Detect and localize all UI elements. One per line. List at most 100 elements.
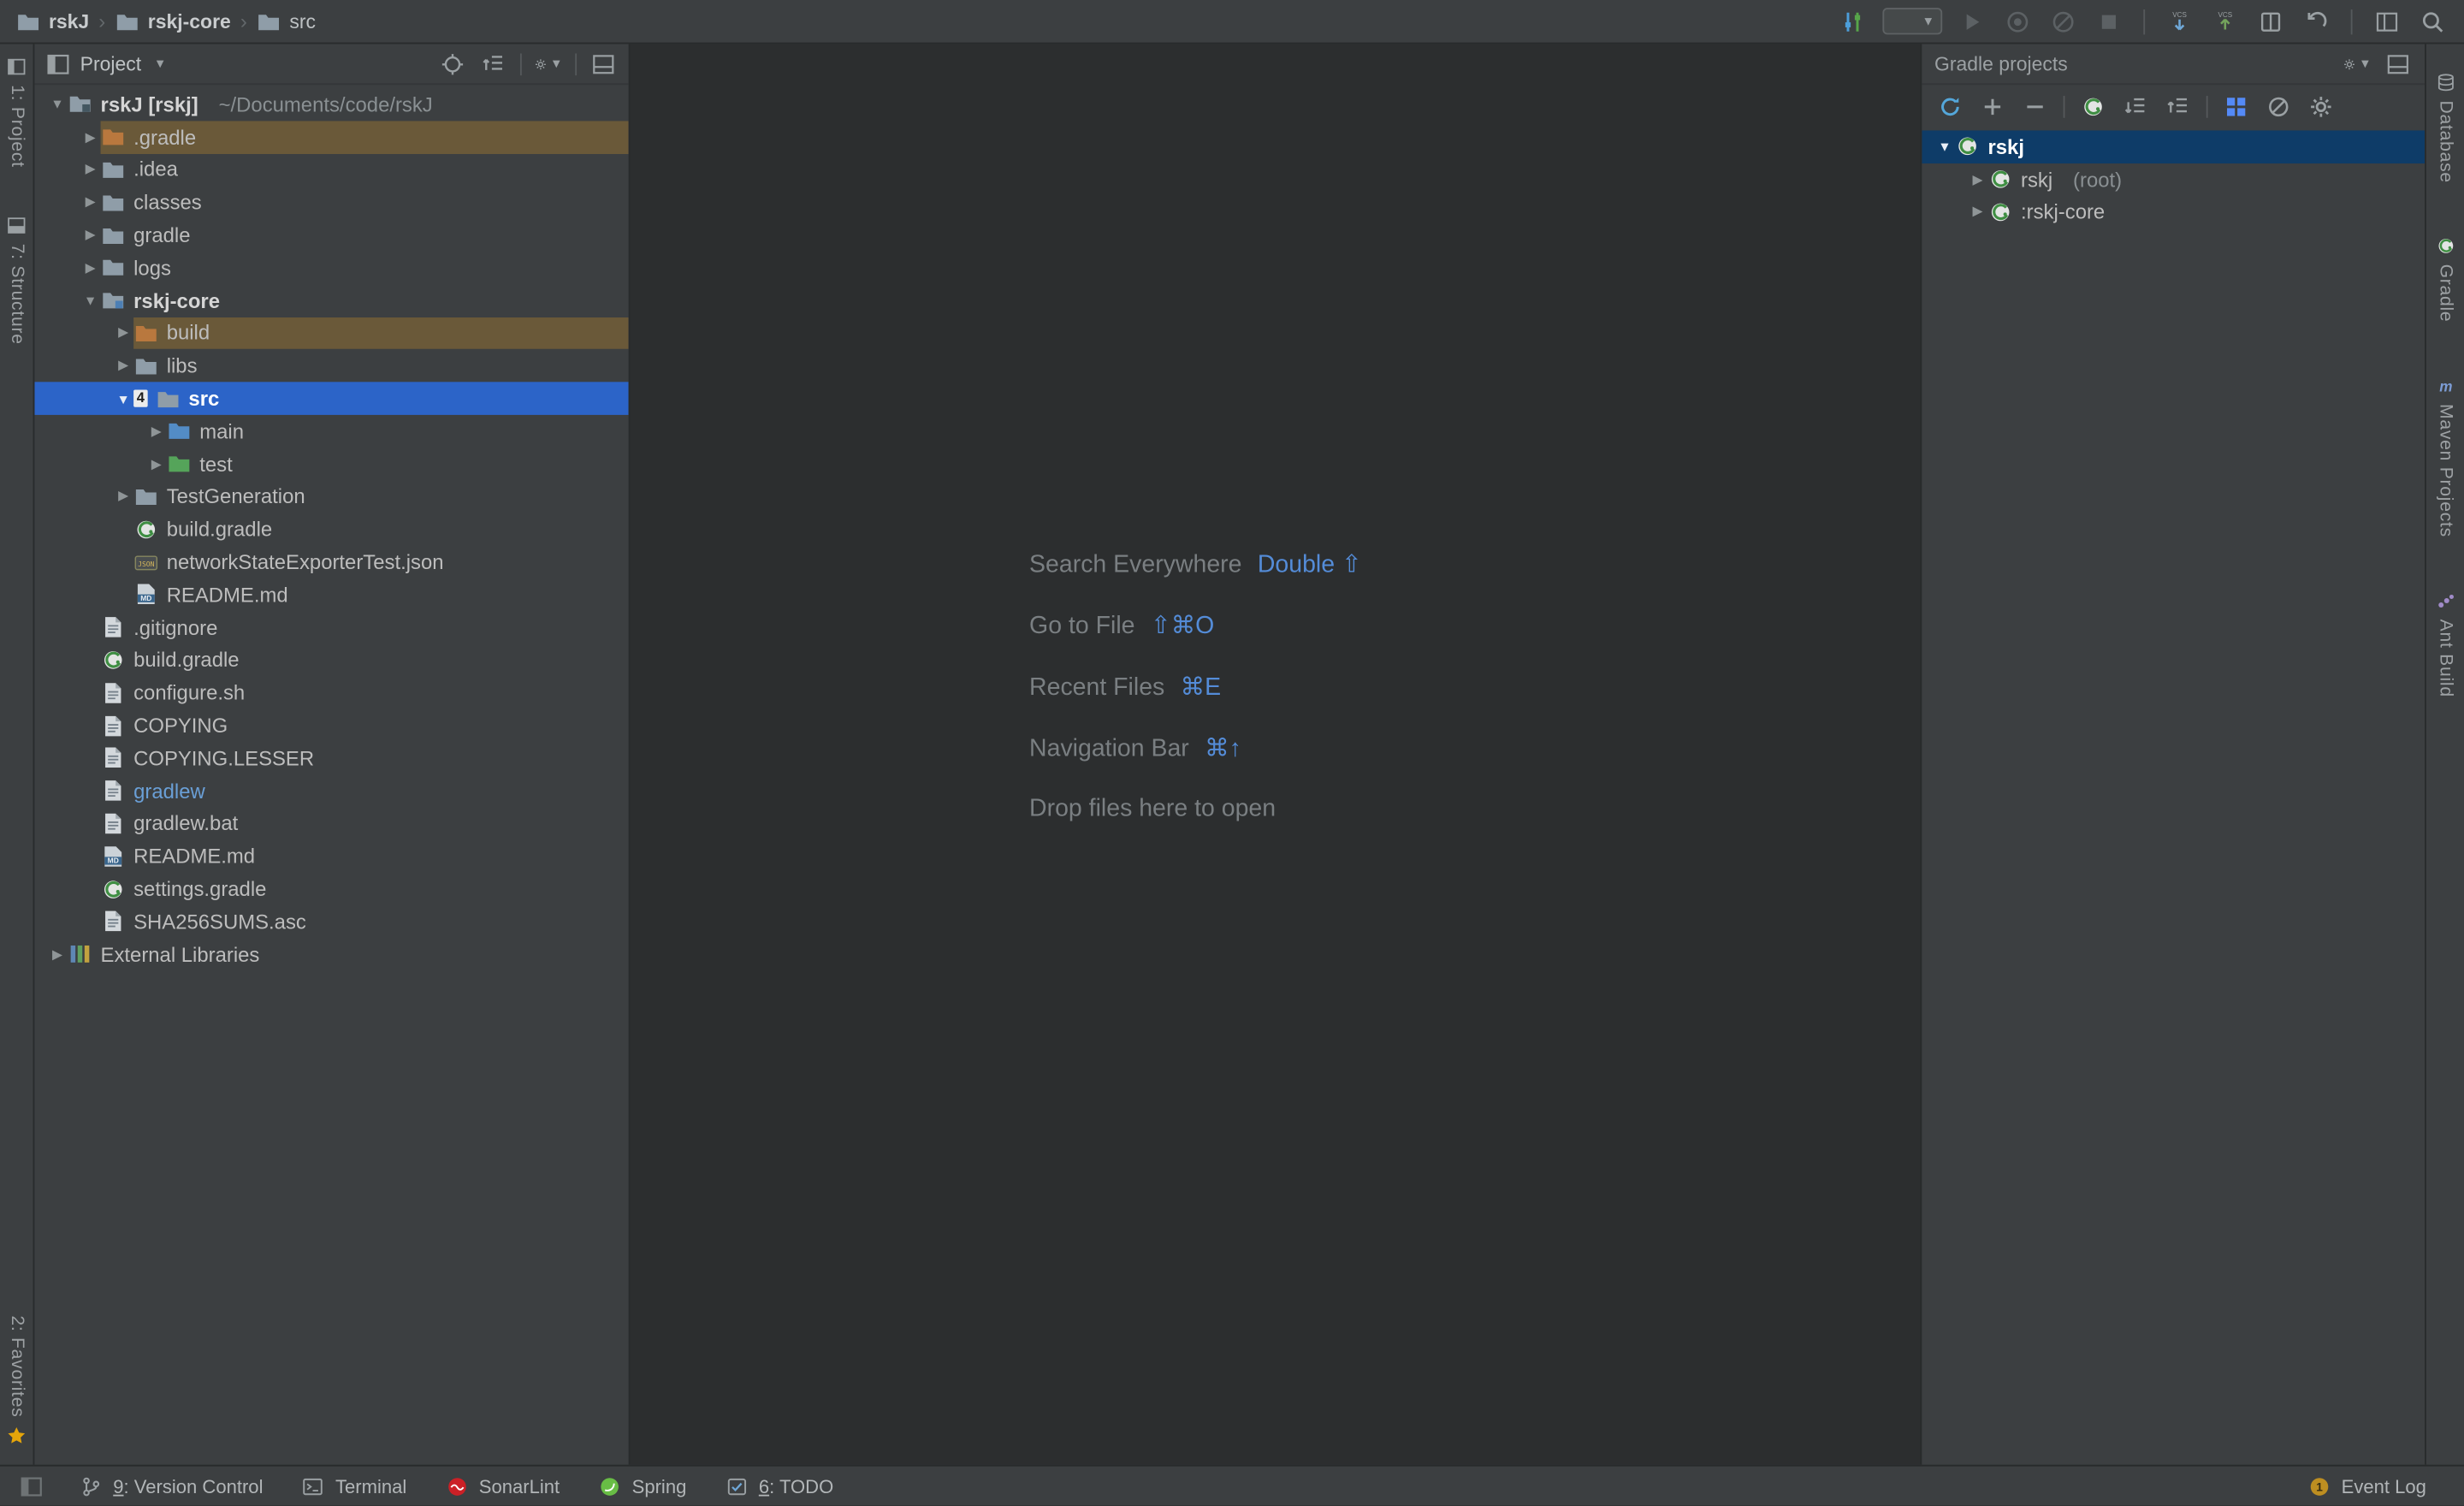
breadcrumb-item[interactable]: rskj-core bbox=[115, 9, 231, 33]
gradle-attach-gradle-project-button[interactable] bbox=[1978, 92, 2006, 120]
project-tree-row[interactable]: ▶classes bbox=[34, 186, 628, 218]
statusbar-6-todo[interactable]: 6: TODO bbox=[724, 1473, 833, 1498]
gradle-tree-row[interactable]: ▼rskj bbox=[1922, 130, 2425, 163]
project-tree-row[interactable]: COPYING bbox=[34, 709, 628, 742]
project-tree-row[interactable]: configure.sh bbox=[34, 676, 628, 709]
shortcut-hint: Go to File⇧⌘O bbox=[1029, 611, 1362, 641]
chevron-down-icon[interactable]: ▼ bbox=[1934, 139, 1955, 154]
project-tree-row[interactable]: gradlew bbox=[34, 774, 628, 807]
project-tree-row[interactable]: ▶build bbox=[34, 317, 628, 349]
gradle-collapse-all-button[interactable] bbox=[2164, 92, 2192, 120]
chevron-right-icon[interactable]: ▶ bbox=[1968, 171, 1988, 188]
statusbar-event-log[interactable]: 1Event Log bbox=[2307, 1473, 2426, 1498]
gradle-expand-all-button[interactable] bbox=[2122, 92, 2150, 120]
project-tree-row[interactable]: ▶TestGeneration bbox=[34, 480, 628, 513]
chevron-right-icon[interactable]: ▶ bbox=[80, 128, 101, 145]
chevron-right-icon[interactable]: ▶ bbox=[47, 946, 68, 963]
project-tree-row[interactable]: MDREADME.md bbox=[34, 839, 628, 872]
manage-windows-button[interactable] bbox=[2372, 5, 2403, 37]
project-tree-row[interactable]: ▶.idea bbox=[34, 153, 628, 186]
toolwindow-button-database[interactable]: Database bbox=[2435, 72, 2455, 182]
chevron-down-icon[interactable]: ▼ bbox=[113, 391, 133, 406]
project-tree-row[interactable]: .gitignore bbox=[34, 611, 628, 643]
project-collapse-all-button[interactable] bbox=[479, 50, 507, 78]
commit-changes-button[interactable]: VCS bbox=[2209, 5, 2241, 37]
run-button[interactable] bbox=[1957, 5, 1988, 37]
chevron-right-icon[interactable]: ▶ bbox=[113, 488, 133, 505]
gradle-gradle-settings-button[interactable] bbox=[2307, 92, 2335, 120]
project-tree-row[interactable]: COPYING.LESSER bbox=[34, 742, 628, 774]
project-tree-row[interactable]: settings.gradle bbox=[34, 873, 628, 905]
project-tree-row[interactable]: ▶libs bbox=[34, 349, 628, 382]
project-tree-row[interactable]: ▼rskj-core bbox=[34, 284, 628, 317]
run-configurations-selector[interactable]: ▼ bbox=[1882, 8, 1942, 34]
project-tree-row[interactable]: SHA256SUMS.asc bbox=[34, 905, 628, 938]
stop-button[interactable] bbox=[2094, 5, 2125, 37]
gradle-tree-row[interactable]: ▶:rskj-core bbox=[1922, 196, 2425, 228]
chevron-right-icon[interactable]: ▶ bbox=[113, 357, 133, 374]
project-locate-button[interactable] bbox=[438, 50, 466, 78]
project-hide-button[interactable] bbox=[589, 50, 618, 78]
profile-button[interactable] bbox=[2047, 5, 2079, 37]
project-folder-icon bbox=[68, 92, 92, 116]
toolwindow-switcher-icon[interactable] bbox=[19, 1473, 44, 1498]
statusbar-9-version-control[interactable]: 9: Version Control bbox=[79, 1473, 264, 1498]
project-tree-row[interactable]: MDREADME.md bbox=[34, 578, 628, 611]
chevron-down-icon[interactable]: ▼ bbox=[80, 293, 101, 308]
chevron-right-icon[interactable]: ▶ bbox=[80, 259, 101, 276]
project-tree-row[interactable]: ▶logs bbox=[34, 252, 628, 284]
project-view-selector[interactable]: Project ▼ bbox=[45, 51, 166, 76]
gradle-hide-button[interactable] bbox=[2384, 50, 2412, 78]
gradle-detach-gradle-project-button[interactable] bbox=[2021, 92, 2049, 120]
project-tree-row[interactable]: ▶gradle bbox=[34, 219, 628, 252]
project-tree-row[interactable]: ▼rskJ [rskj]~/Documents/code/rskJ bbox=[34, 88, 628, 121]
run-with-coverage-button[interactable] bbox=[2002, 5, 2034, 37]
project-tree-row[interactable]: ▶.gradle bbox=[34, 121, 628, 153]
chevron-right-icon[interactable]: ▶ bbox=[113, 324, 133, 341]
project-tree-row[interactable]: gradlew.bat bbox=[34, 807, 628, 839]
tree-node-label: build.gradle bbox=[133, 649, 242, 673]
statusbar-sonarlint[interactable]: SonarLint bbox=[444, 1473, 560, 1498]
project-panel-header: Project ▼ ▼ bbox=[34, 44, 628, 85]
project-tree-row[interactable]: build.gradle bbox=[34, 513, 628, 545]
project-tree-row[interactable]: JSONnetworkStateExporterTest.json bbox=[34, 546, 628, 578]
project-tree-row[interactable]: ▶External Libraries bbox=[34, 938, 628, 970]
updates-button[interactable] bbox=[1837, 5, 1869, 37]
breadcrumb-item[interactable]: rskJ bbox=[15, 9, 89, 33]
toolwindow-button-gradle[interactable]: Gradle bbox=[2435, 236, 2455, 323]
gradle-offline-mode-button[interactable] bbox=[2265, 92, 2293, 120]
project-settings-button[interactable]: ▼ bbox=[534, 50, 562, 78]
gradle-settings-button[interactable]: ▼ bbox=[2343, 50, 2372, 78]
chevron-right-icon[interactable]: ▶ bbox=[80, 227, 101, 244]
chevron-right-icon[interactable]: ▶ bbox=[146, 455, 167, 472]
compare-button[interactable] bbox=[2255, 5, 2287, 37]
gradle-refresh-all-button[interactable] bbox=[1936, 92, 1964, 120]
chevron-down-icon[interactable]: ▼ bbox=[47, 97, 68, 112]
gradle-panel-header-actions: ▼ bbox=[2343, 50, 2413, 78]
chevron-right-icon[interactable]: ▶ bbox=[1968, 204, 1988, 221]
gradle-tree-row[interactable]: ▶rskj(root) bbox=[1922, 163, 2425, 196]
tree-node-content: .idea bbox=[101, 153, 194, 186]
update-project-button[interactable]: VCS bbox=[2164, 5, 2195, 37]
toolwindow-button-1-project[interactable]: 1: Project bbox=[6, 56, 27, 168]
project-tree-row[interactable]: ▶main bbox=[34, 415, 628, 448]
chevron-right-icon[interactable]: ▶ bbox=[80, 161, 101, 178]
chevron-right-icon[interactable]: ▶ bbox=[80, 193, 101, 210]
project-tree-row[interactable]: ▶test bbox=[34, 448, 628, 480]
toolwindow-button-favorites[interactable]: 2: Favorites bbox=[6, 1316, 27, 1446]
folder-icon bbox=[115, 9, 139, 33]
breadcrumb-item[interactable]: src bbox=[257, 9, 316, 33]
statusbar-terminal[interactable]: Terminal bbox=[301, 1473, 407, 1498]
statusbar-spring[interactable]: Spring bbox=[597, 1473, 686, 1498]
gradle-execute-task-button[interactable] bbox=[2079, 92, 2107, 120]
search-everywhere-button[interactable] bbox=[2417, 5, 2449, 37]
toolwindow-button-7-structure[interactable]: 7: Structure bbox=[6, 215, 27, 344]
toolwindow-button-maven-projects[interactable]: mMaven Projects bbox=[2435, 376, 2455, 538]
project-tree-row[interactable]: build.gradle bbox=[34, 643, 628, 676]
chevron-right-icon[interactable]: ▶ bbox=[146, 423, 167, 440]
gradle-group-modules-button[interactable] bbox=[2222, 92, 2250, 120]
project-tree-row[interactable]: ▼4src bbox=[34, 382, 628, 415]
toolwindow-button-ant-build[interactable]: Ant Build bbox=[2435, 591, 2455, 697]
revert-button[interactable] bbox=[2301, 5, 2332, 37]
tree-node-content: gradlew.bat bbox=[101, 807, 254, 839]
